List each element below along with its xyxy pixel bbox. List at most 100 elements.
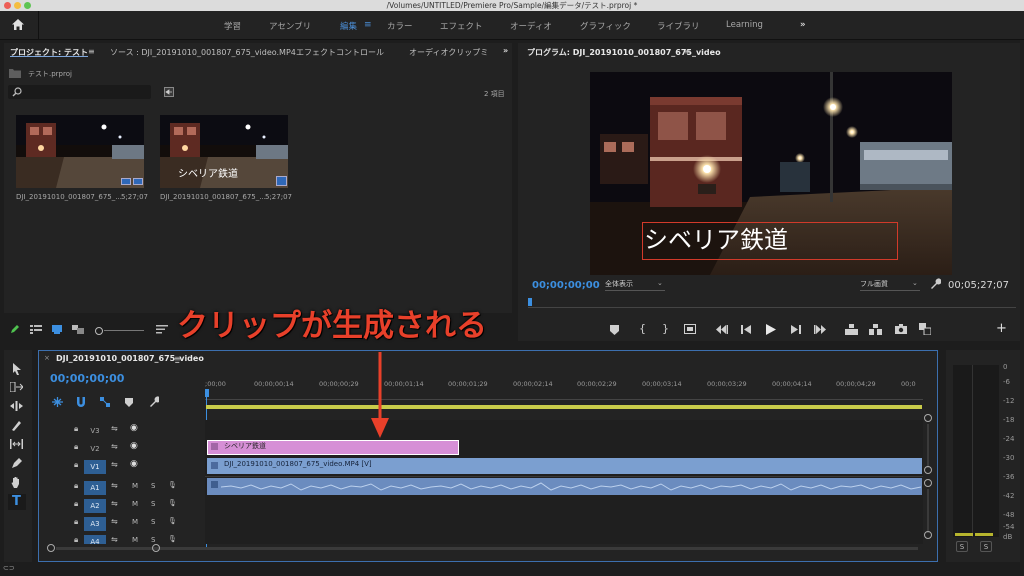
zoom-window-button[interactable]: [24, 2, 31, 9]
track-scroll-handle[interactable]: [924, 479, 932, 487]
add-marker-icon[interactable]: [610, 325, 619, 335]
wrench-icon[interactable]: [929, 278, 941, 290]
track-label[interactable]: A4: [84, 535, 106, 544]
workspace-learning[interactable]: Learning: [726, 20, 763, 30]
graphic-clip[interactable]: シベリア鉄道: [207, 440, 459, 455]
sync-lock-icon[interactable]: ⇋: [111, 517, 118, 526]
new-search-bin-icon[interactable]: [164, 87, 174, 97]
workspace-editing[interactable]: 編集: [340, 20, 357, 32]
workspace-assembly[interactable]: アセンブリ: [269, 20, 311, 32]
timeline-timecode[interactable]: 00;00;00;00: [50, 372, 124, 385]
video-clip[interactable]: DJI_20191010_001807_675_video.MP4 [V]: [207, 458, 922, 474]
tab-source[interactable]: ソース : DJI_20191010_001807_675_video.MP4: [110, 47, 296, 58]
hand-tool-icon[interactable]: [11, 476, 22, 488]
mute-button[interactable]: M: [132, 482, 138, 490]
snap-magnet-icon[interactable]: [76, 397, 86, 407]
project-item-video[interactable]: [16, 115, 144, 188]
track-label[interactable]: A2: [84, 499, 106, 513]
sync-lock-icon[interactable]: ⇋: [111, 535, 118, 544]
workspace-color[interactable]: カラー: [387, 20, 413, 32]
more-workspaces-icon[interactable]: »: [800, 20, 806, 30]
project-search-box[interactable]: [8, 85, 151, 99]
close-sequence-icon[interactable]: ×: [44, 354, 50, 362]
nest-icon[interactable]: [52, 397, 63, 407]
freeform-view-icon[interactable]: [72, 325, 84, 334]
meter-solo-right-button[interactable]: S: [980, 541, 992, 552]
track-label[interactable]: A1: [84, 481, 106, 495]
microphone-icon[interactable]: 🎙︎: [168, 535, 177, 543]
add-button-icon[interactable]: +: [996, 321, 1007, 336]
workspace-menu-icon[interactable]: ≡: [364, 20, 372, 30]
status-link-icon[interactable]: ⊂⊃: [3, 564, 15, 572]
solo-button[interactable]: S: [151, 482, 155, 490]
timeline-settings-wrench-icon[interactable]: [148, 396, 159, 407]
eye-icon[interactable]: ◉: [130, 459, 138, 469]
lift-icon[interactable]: [845, 324, 858, 335]
lock-icon[interactable]: 🔒︎: [74, 442, 78, 452]
lock-icon[interactable]: 🔒︎: [74, 460, 78, 470]
list-view-icon[interactable]: [30, 325, 42, 334]
more-tabs-icon[interactable]: »: [503, 46, 508, 55]
step-forward-icon[interactable]: [791, 325, 801, 334]
eye-icon[interactable]: ◉: [130, 423, 138, 433]
program-menu-icon[interactable]: ≡: [684, 47, 691, 56]
track-label[interactable]: A3: [84, 517, 106, 531]
workspace-graphics[interactable]: グラフィック: [580, 20, 631, 32]
zoom-scroll-handle-left[interactable]: [47, 544, 55, 552]
track-label[interactable]: V1: [84, 460, 106, 474]
solo-button[interactable]: S: [151, 536, 155, 544]
lock-icon[interactable]: 🔒︎: [74, 481, 78, 491]
zoom-slider-track[interactable]: [104, 330, 144, 331]
tab-project[interactable]: プロジェクト: テスト: [10, 47, 88, 58]
pencil-icon[interactable]: [10, 324, 20, 334]
mute-button[interactable]: M: [132, 500, 138, 508]
safe-margins-icon[interactable]: [684, 324, 696, 334]
workspace-audio[interactable]: オーディオ: [510, 20, 552, 32]
linked-selection-icon[interactable]: [100, 397, 110, 407]
ripple-edit-tool-icon[interactable]: [10, 401, 23, 411]
microphone-icon[interactable]: 🎙︎: [168, 517, 177, 525]
comparison-view-icon[interactable]: [919, 323, 931, 335]
slip-tool-icon[interactable]: [10, 439, 23, 449]
close-window-button[interactable]: [4, 2, 11, 9]
timeline-marker-icon[interactable]: [125, 398, 133, 407]
microphone-icon[interactable]: 🎙︎: [168, 499, 177, 507]
audio-track-scrollbar[interactable]: [927, 489, 929, 533]
horizontal-scrollbar[interactable]: [56, 547, 918, 550]
program-playhead[interactable]: [528, 298, 532, 306]
track-scroll-handle[interactable]: [924, 531, 932, 539]
track-select-tool-icon[interactable]: [10, 382, 23, 392]
track-scroll-handle[interactable]: [924, 466, 932, 474]
workspace-libraries[interactable]: ライブラリ: [657, 20, 700, 32]
project-item-sequence[interactable]: シベリア鉄道: [160, 115, 288, 188]
track-label[interactable]: V2: [84, 442, 106, 456]
mute-button[interactable]: M: [132, 518, 138, 526]
microphone-icon[interactable]: 🎙︎: [168, 481, 177, 489]
fit-dropdown[interactable]: 全体表示 ⌄: [605, 279, 665, 291]
solo-button[interactable]: S: [151, 518, 155, 526]
program-timecode[interactable]: 00;00;00;00: [532, 280, 600, 291]
mark-out-icon[interactable]: }: [662, 322, 669, 335]
audio-clip[interactable]: [207, 478, 922, 495]
workspace-learning-ja[interactable]: 学習: [224, 20, 241, 32]
sync-lock-icon[interactable]: ⇋: [111, 481, 118, 490]
search-input[interactable]: [24, 86, 144, 98]
track-scroll-handle[interactable]: [924, 414, 932, 422]
type-tool-button[interactable]: T: [8, 494, 26, 510]
sort-icon[interactable]: [156, 325, 168, 334]
lock-icon[interactable]: 🔒︎: [74, 517, 78, 527]
step-back-icon[interactable]: [741, 325, 751, 334]
zoom-slider-handle[interactable]: [95, 327, 103, 335]
sequence-menu-icon[interactable]: ≡: [174, 354, 181, 363]
extract-icon[interactable]: [869, 324, 882, 335]
tab-audio-clip-mixer[interactable]: オーディオクリップミ: [409, 47, 488, 58]
selection-tool-icon[interactable]: [12, 363, 22, 375]
timeline-playhead[interactable]: [205, 389, 209, 397]
lock-icon[interactable]: 🔒︎: [74, 499, 78, 509]
sync-lock-icon[interactable]: ⇋: [111, 499, 118, 508]
sync-lock-icon[interactable]: ⇋: [111, 442, 118, 451]
solo-button[interactable]: S: [151, 500, 155, 508]
minimize-window-button[interactable]: [14, 2, 21, 9]
resolution-dropdown[interactable]: フル画質 ⌄: [860, 279, 920, 291]
zoom-scroll-handle-right[interactable]: [152, 544, 160, 552]
